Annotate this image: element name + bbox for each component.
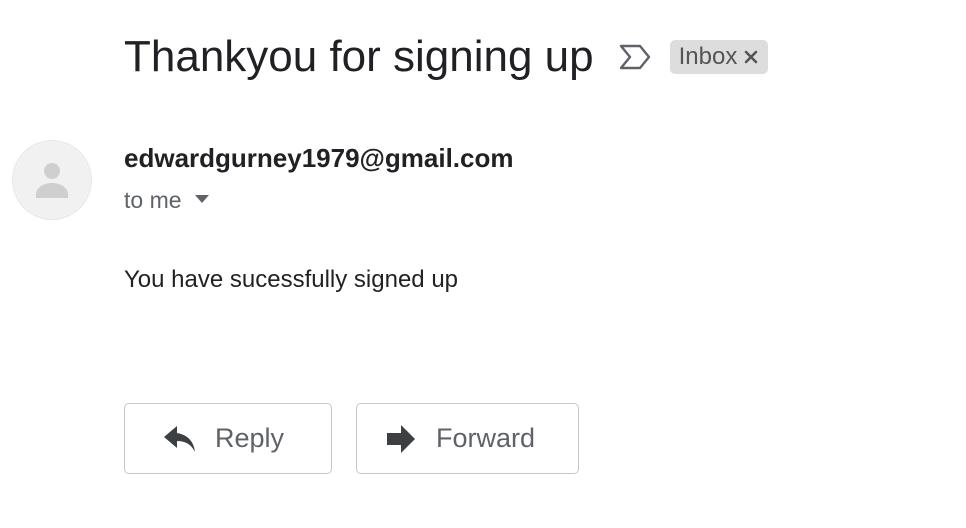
close-icon[interactable] — [744, 50, 758, 64]
reply-button[interactable]: Reply — [124, 403, 332, 474]
email-body: You have sucessfully signed up — [124, 266, 459, 293]
email-subject: Thankyou for signing up — [124, 32, 594, 81]
recipient-text: to me — [124, 186, 182, 213]
reply-label: Reply — [215, 423, 285, 453]
caret-down-icon[interactable] — [194, 191, 210, 209]
importance-marker-icon[interactable] — [618, 43, 652, 71]
reply-arrow-icon — [163, 424, 197, 454]
recipient-details-toggle[interactable]: to me — [124, 185, 210, 215]
forward-label: Forward — [436, 423, 536, 453]
forward-button[interactable]: Forward — [356, 403, 579, 474]
sender-address: edwardgurney1979@gmail.com — [124, 143, 514, 173]
sender-avatar[interactable] — [12, 140, 92, 220]
inbox-label-chip: Inbox — [669, 40, 769, 74]
person-icon — [36, 163, 68, 198]
label-text: Inbox — [678, 43, 738, 70]
forward-arrow-icon — [384, 424, 418, 454]
subject-row: Thankyou for signing up Inbox — [124, 28, 769, 86]
